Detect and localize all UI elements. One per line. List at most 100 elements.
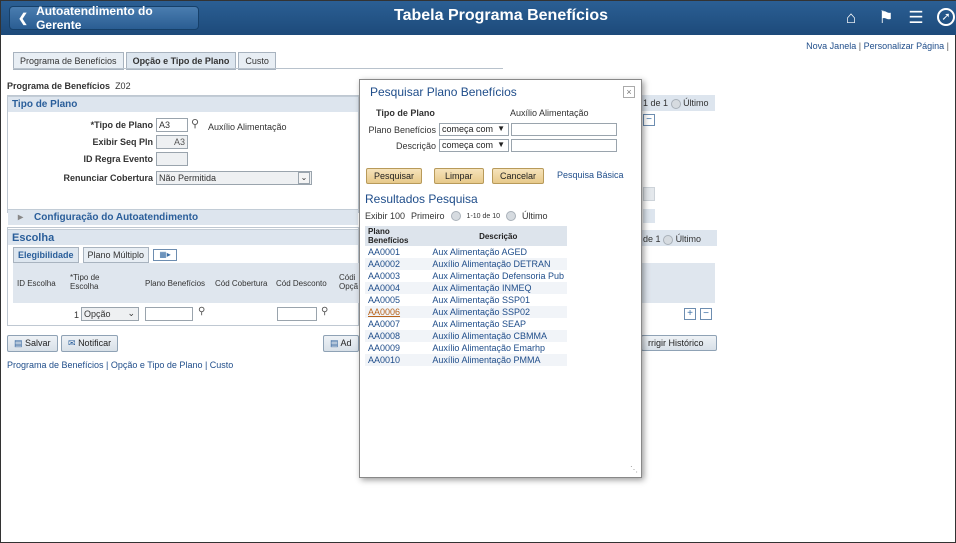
search-icon[interactable]: ⚲: [191, 117, 199, 130]
result-code-link[interactable]: AA0001: [365, 246, 429, 258]
event-rule-label: ID Regra Evento: [83, 154, 153, 164]
search-modal: Pesquisar Plano Benefícios × Tipo de Pla…: [359, 79, 642, 478]
flag-icon[interactable]: ⚑: [876, 8, 896, 28]
result-desc-link[interactable]: Aux Alimentação SSP02: [429, 306, 567, 318]
add-row-icon[interactable]: +: [684, 308, 696, 320]
table-row[interactable]: AA0001 Aux Alimentação AGED: [365, 246, 567, 258]
next-icon[interactable]: [506, 211, 517, 221]
basic-search-link[interactable]: Pesquisa Básica: [557, 170, 624, 180]
results-pager: Exibir 100 Primeiro 1-10 de 10 Último: [365, 211, 548, 221]
results-col-plan: Plano Benefícios: [365, 226, 430, 246]
show-count[interactable]: Exibir 100: [365, 211, 405, 221]
search-icon[interactable]: ⚲: [321, 306, 328, 317]
result-code-link[interactable]: AA0009: [365, 342, 429, 354]
modal-field2-input[interactable]: [511, 139, 617, 152]
compass-icon[interactable]: ➚: [937, 8, 955, 26]
search-icon[interactable]: ⚲: [198, 306, 205, 317]
notify-button[interactable]: ✉ Notificar: [61, 335, 119, 352]
add-button[interactable]: ▤ Ad: [323, 335, 359, 352]
grid-row-type-select[interactable]: Opção ⌄: [81, 307, 139, 321]
choice-tabs: Elegibilidade Plano Múltiplo ▦▸: [13, 247, 178, 263]
modal-field1-operator[interactable]: começa com ▼: [439, 123, 509, 136]
next-icon: [670, 98, 681, 109]
delete-row-icon[interactable]: −: [700, 308, 712, 320]
table-row[interactable]: AA0002 Auxílio Alimentação DETRAN: [365, 258, 567, 270]
table-row[interactable]: AA0003 Aux Alimentação Defensoria Pub: [365, 270, 567, 282]
first-link[interactable]: Primeiro: [411, 211, 445, 221]
results-col-desc: Descrição: [429, 226, 567, 246]
tab-eligibility[interactable]: Elegibilidade: [13, 247, 79, 263]
self-service-section-header[interactable]: ▸ Configuração do Autoatendimento: [8, 209, 358, 225]
result-desc-link[interactable]: Aux Alimentação SEAP: [429, 318, 567, 330]
search-button[interactable]: Pesquisar: [366, 168, 423, 184]
cancel-button[interactable]: Cancelar: [492, 168, 545, 184]
table-row[interactable]: AA0004 Aux Alimentação INMEQ: [365, 282, 567, 294]
grid-row-id: 1: [73, 310, 79, 320]
seq-label: Exibir Seq Pln: [92, 137, 153, 147]
results-table: Plano Benefícios Descrição AA0001 Aux Ali…: [365, 226, 567, 366]
modal-field2-operator[interactable]: começa com ▼: [439, 139, 509, 152]
table-row[interactable]: AA0008 Auxílio Alimentação CBMMA: [365, 330, 567, 342]
grid-col-plan: Plano Benefícios: [145, 279, 206, 288]
table-row[interactable]: AA0009 Auxílio Alimentação Emarhp: [365, 342, 567, 354]
grid-col-id: ID Escolha: [17, 279, 56, 288]
result-code-link[interactable]: AA0006: [365, 306, 430, 318]
table-row[interactable]: AA0007 Aux Alimentação SEAP: [365, 318, 567, 330]
result-desc-link[interactable]: Auxílio Alimentação DETRAN: [429, 258, 567, 270]
grid-col-type: *Tipo de Escolha: [70, 273, 100, 291]
delete-row-icon[interactable]: −: [643, 114, 655, 126]
modal-field2-label: Descrição: [395, 141, 436, 151]
table-row[interactable]: AA0010 Auxílio Alimentação PMMA: [365, 354, 567, 366]
modal-field1-input[interactable]: [511, 123, 617, 136]
resize-grip-icon[interactable]: ⋱: [630, 465, 638, 474]
waive-select[interactable]: Não Permitida ⌄: [156, 171, 312, 185]
modal-title: Pesquisar Plano Benefícios: [370, 85, 517, 99]
result-code-link[interactable]: AA0002: [365, 258, 430, 270]
grid-row-deduction-input[interactable]: [277, 307, 317, 321]
clear-button[interactable]: Limpar: [434, 168, 484, 184]
personalize-link[interactable]: Personalizar Página: [864, 41, 945, 51]
show-all-columns-icon[interactable]: ▦▸: [153, 249, 178, 261]
new-window-link[interactable]: Nova Janela: [806, 41, 856, 51]
result-code-link[interactable]: AA0007: [365, 318, 429, 330]
add-icon: ▤: [330, 338, 339, 348]
results-title: Resultados Pesquisa: [365, 192, 478, 206]
modal-plan-type-label: Tipo de Plano: [376, 108, 435, 118]
result-code-link[interactable]: AA0004: [365, 282, 430, 294]
result-desc-link[interactable]: Aux Alimentação Defensoria Pub: [429, 270, 567, 282]
last-link[interactable]: Último: [522, 211, 548, 221]
chevron-left-icon: ❮: [18, 11, 29, 25]
close-icon[interactable]: ×: [623, 86, 635, 98]
result-code-link[interactable]: AA0008: [365, 330, 430, 342]
result-desc-link[interactable]: Auxílio Alimentação CBMMA: [429, 330, 567, 342]
result-desc-link[interactable]: Auxílio Alimentação PMMA: [429, 354, 567, 366]
table-row[interactable]: AA0006 Aux Alimentação SSP02: [365, 306, 567, 318]
result-desc-link[interactable]: Aux Alimentação INMEQ: [429, 282, 567, 294]
chevron-down-icon: ⌄: [127, 308, 135, 318]
result-desc-link[interactable]: Auxílio Alimentação Emarhp: [429, 342, 567, 354]
pager-mid: de 1 Último: [643, 234, 702, 245]
gray-button-tail: [643, 187, 655, 201]
notify-icon: ✉: [68, 338, 76, 348]
result-desc-link[interactable]: Aux Alimentação AGED: [429, 246, 567, 258]
next-icon: [663, 234, 674, 245]
grid-row-plan-input[interactable]: [145, 307, 193, 321]
result-code-link[interactable]: AA0005: [365, 294, 429, 306]
save-button[interactable]: ▤ Salvar: [7, 335, 58, 352]
bottom-links[interactable]: Programa de Benefícios | Opção e Tipo de…: [7, 360, 233, 370]
tab-multiple-plan[interactable]: Plano Múltiplo: [82, 247, 150, 263]
result-desc-link[interactable]: Aux Alimentação SSP01: [429, 294, 567, 306]
correct-history-button[interactable]: rrigir Histórico: [641, 335, 717, 351]
previous-icon[interactable]: [450, 211, 461, 221]
plan-type-input[interactable]: A3: [156, 118, 188, 132]
home-icon[interactable]: ⌂: [841, 8, 861, 28]
result-code-link[interactable]: AA0010: [365, 354, 430, 366]
back-button-label: Autoatendimento do Gerente: [36, 4, 153, 32]
table-row[interactable]: AA0005 Aux Alimentação SSP01: [365, 294, 567, 306]
menu-icon[interactable]: ☰: [906, 8, 926, 28]
result-code-link[interactable]: AA0003: [365, 270, 429, 282]
choice-section-header: Escolha: [8, 229, 358, 245]
back-button[interactable]: ❮ Autoatendimento do Gerente: [9, 4, 199, 32]
grid-col-option: Códi Opçã: [339, 273, 359, 291]
pager-top: 1 de 1 Último: [643, 98, 709, 109]
